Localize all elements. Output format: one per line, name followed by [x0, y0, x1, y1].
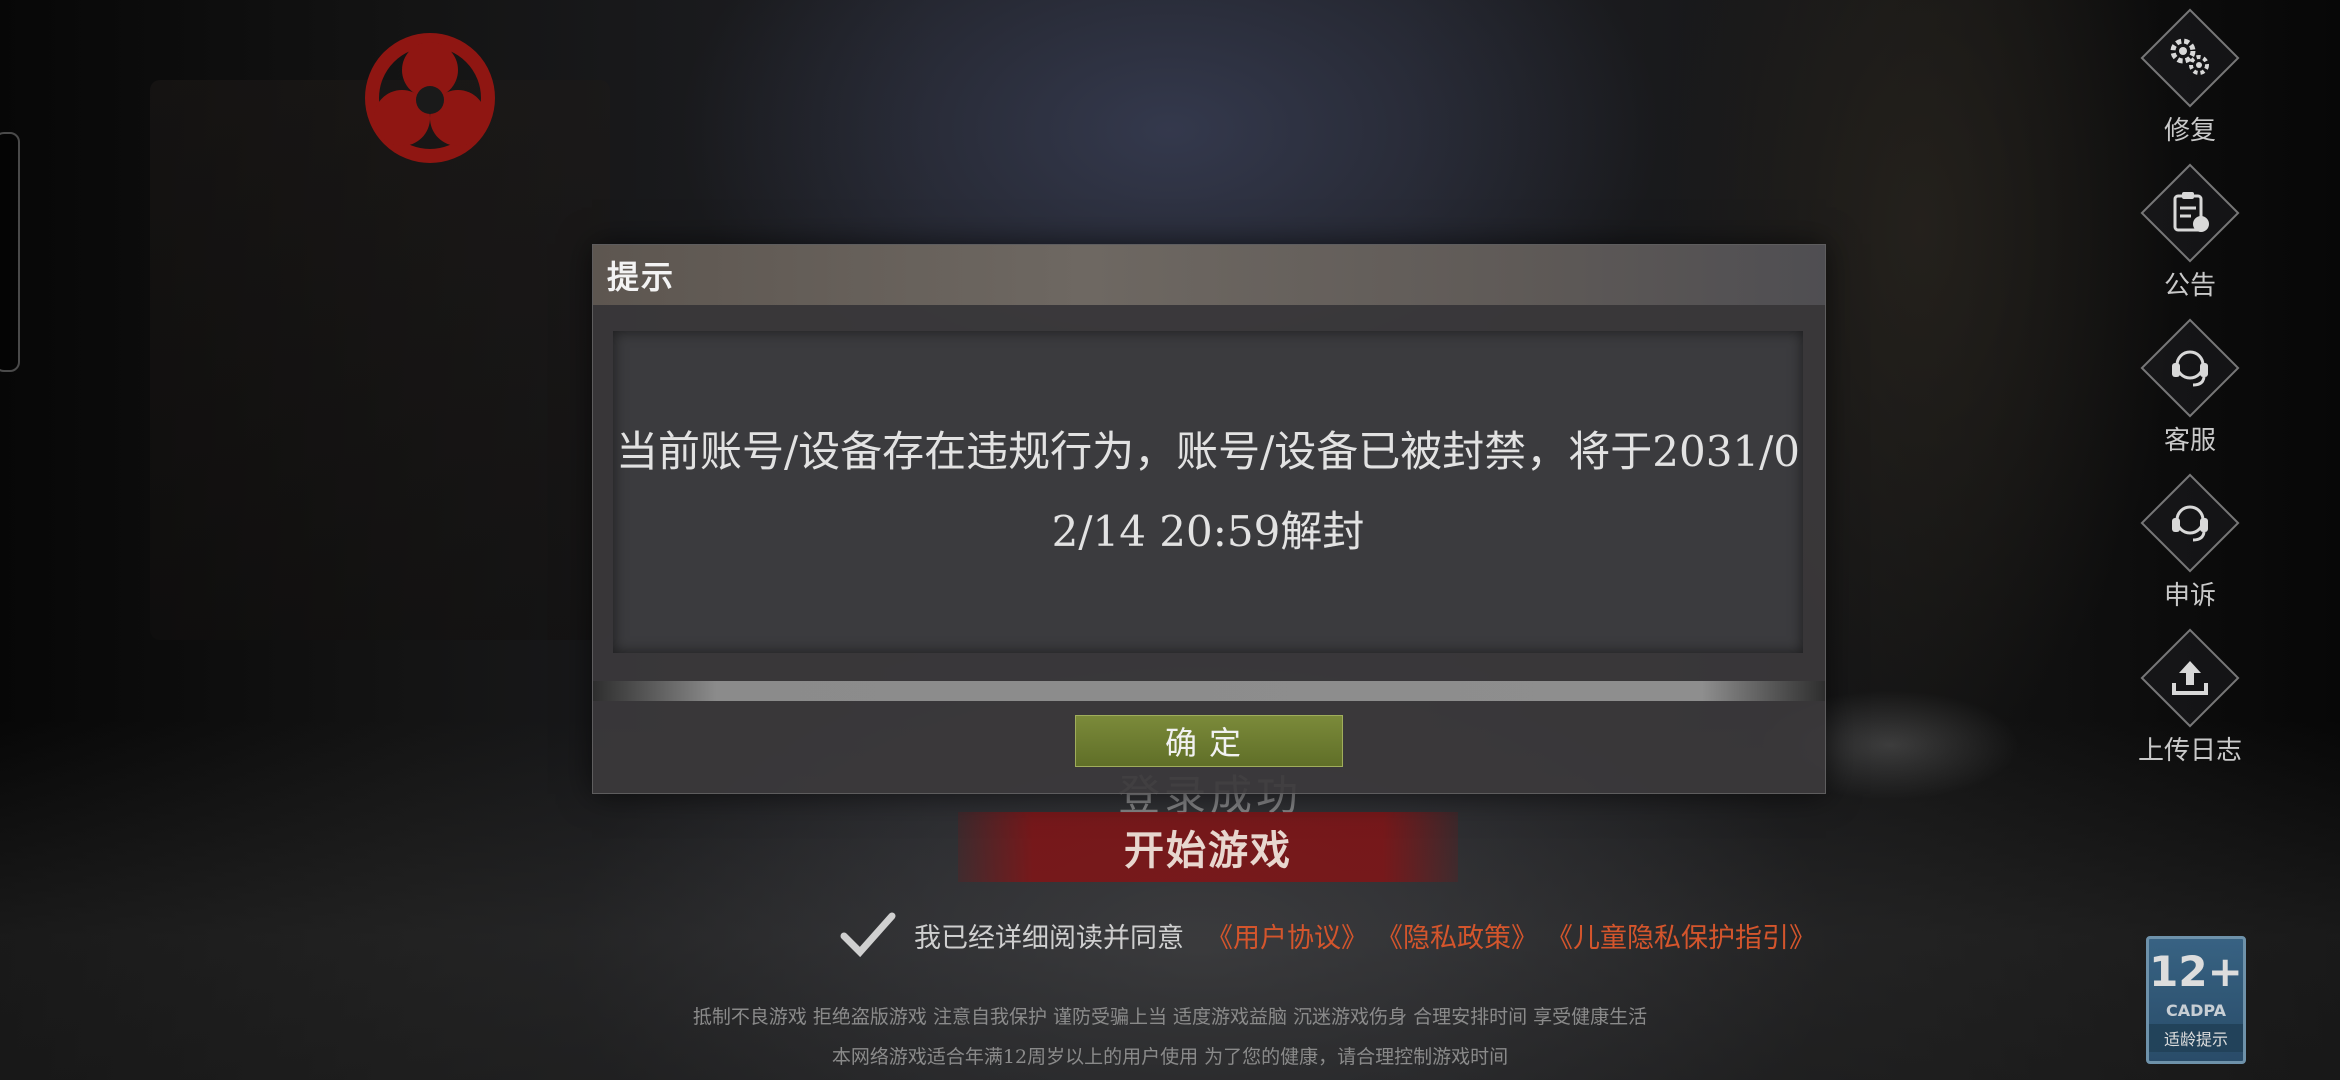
agreement-text: 我已经详细阅读并同意 — [914, 922, 1184, 954]
ban-notice-dialog: 提示 当前账号/设备存在违规行为，账号/设备已被封禁，将于2031/02/14 … — [592, 244, 1826, 794]
age-rating-value: 12+ — [2149, 947, 2243, 996]
start-game-button[interactable]: 开始游戏 — [958, 812, 1458, 882]
dialog-message: 当前账号/设备存在违规行为，账号/设备已被封禁，将于2031/02/14 20:… — [615, 427, 1801, 556]
announcement-label: 公告 — [2163, 271, 2216, 301]
health-notice-line-1: 抵制不良游戏 拒绝盗版游戏 注意自我保护 谨防受骗上当 适度游戏益脑 沉迷游戏伤… — [692, 1006, 1648, 1028]
upload-log-button[interactable]: 上传日志 — [2130, 630, 2250, 785]
children-privacy-link[interactable]: 《儿童隐私保护指引》 — [1546, 916, 1816, 955]
notice-clipboard-icon — [2142, 165, 2238, 261]
customer-service-label: 客服 — [2163, 426, 2216, 456]
agreement-checkbox-check-icon[interactable] — [840, 910, 896, 960]
age-rating-org: CADPA — [2165, 1001, 2227, 1020]
agreement-row: 我已经详细阅读并同意 《用户协议》 《隐私政策》 《儿童隐私保护指引》 — [840, 910, 1824, 960]
game-login-screen: 修复 公告 客服 申诉 上传日志 登录成功 开始游戏 我已经详细阅读并同意 《用… — [0, 0, 2340, 1080]
age-rating-badge[interactable]: 12+ CADPA 适龄提示 — [2146, 936, 2246, 1064]
repair-button[interactable]: 修复 — [2130, 10, 2250, 165]
dialog-title: 提示 — [607, 258, 676, 296]
confirm-button[interactable]: 确定 — [1075, 715, 1343, 767]
repair-label: 修复 — [2163, 116, 2216, 146]
appeal-label: 申诉 — [2163, 581, 2216, 611]
upload-icon — [2142, 630, 2238, 726]
dialog-divider — [593, 681, 1825, 701]
appeal-headset-icon — [2142, 475, 2238, 571]
user-agreement-link[interactable]: 《用户协议》 — [1206, 916, 1368, 955]
dialog-header: 提示 — [593, 245, 1825, 305]
dialog-body: 当前账号/设备存在违规行为，账号/设备已被封禁，将于2031/02/14 20:… — [613, 331, 1803, 653]
right-side-menu: 修复 公告 客服 申诉 上传日志 — [2130, 10, 2250, 785]
upload-log-label: 上传日志 — [2137, 736, 2242, 766]
gears-icon — [2142, 10, 2238, 106]
customer-service-button[interactable]: 客服 — [2130, 320, 2250, 475]
privacy-policy-link[interactable]: 《隐私政策》 — [1376, 916, 1538, 955]
announcement-button[interactable]: 公告 — [2130, 165, 2250, 320]
side-drawer-handle[interactable] — [0, 132, 20, 372]
age-rating-tip: 适龄提示 — [2149, 1024, 2243, 1052]
biohazard-logo-icon — [365, 33, 495, 163]
customer-service-headset-icon — [2142, 320, 2238, 416]
health-notice-line-2: 本网络游戏适合年满12周岁以上的用户使用 为了您的健康，请合理控制游戏时间 — [831, 1046, 1509, 1068]
appeal-button[interactable]: 申诉 — [2130, 475, 2250, 630]
